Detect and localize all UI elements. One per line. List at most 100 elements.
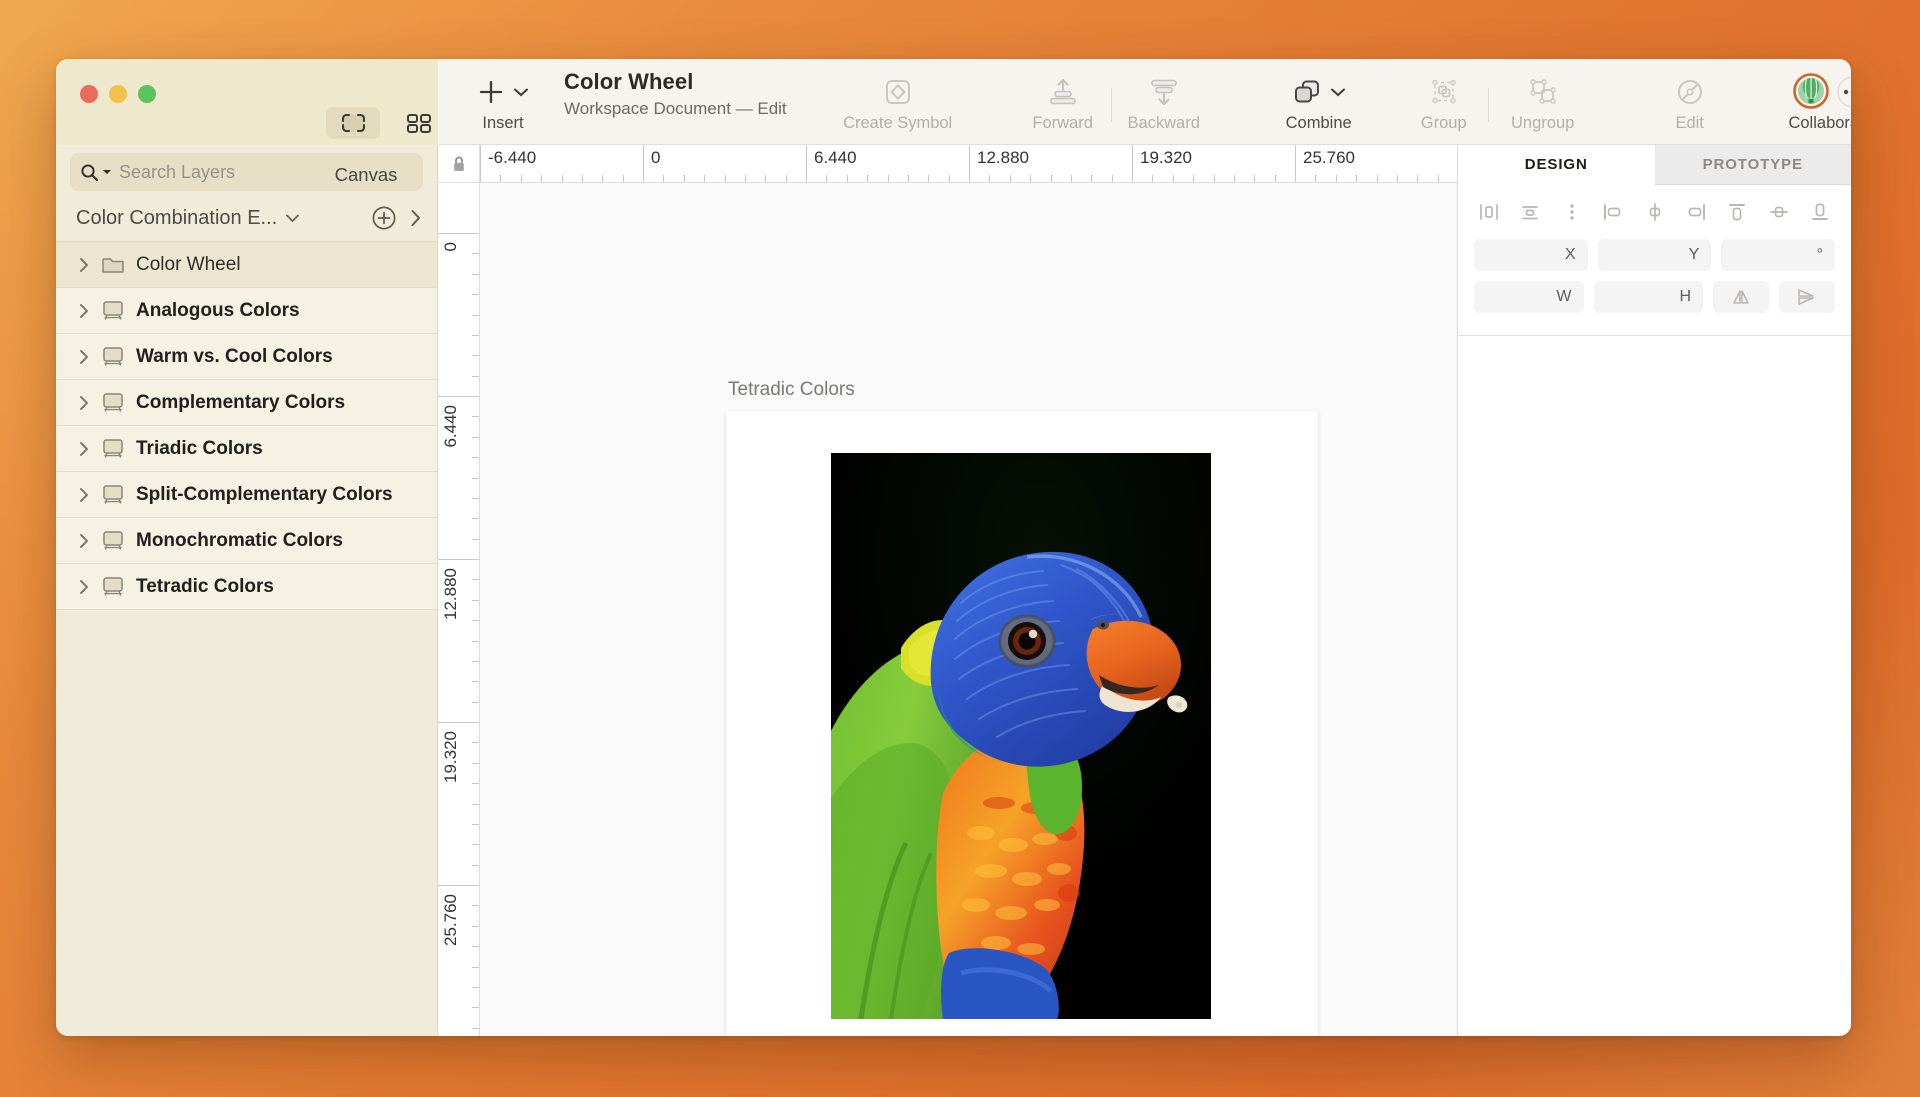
add-page-plus-circle-icon[interactable]	[371, 205, 397, 231]
inspector-empty-area	[1458, 336, 1851, 1036]
tab-design[interactable]: DESIGN	[1458, 145, 1655, 185]
disclosure-chevron-right-icon[interactable]	[78, 256, 90, 274]
collaborate-ellipsis-icon[interactable]	[1836, 75, 1851, 109]
ruler-minor-tick	[928, 175, 930, 182]
layer-row-monochromatic-colors[interactable]: Monochromatic Colors	[56, 518, 437, 564]
disclosure-chevron-right-icon[interactable]	[78, 578, 90, 596]
horizontal-ruler-track[interactable]: -6.440 0 6.440 12.880 19.320 25.760	[480, 145, 1457, 182]
ruler-minor-tick	[472, 518, 479, 520]
align-left-icon[interactable]	[1476, 199, 1502, 225]
forward-button[interactable]: Forward	[1015, 59, 1111, 133]
ruler-major-mark: 19.320	[438, 722, 479, 783]
ruler-lock-button[interactable]	[438, 145, 480, 182]
page-name-label[interactable]: Color Combination E...	[76, 207, 277, 230]
disclosure-chevron-right-icon[interactable]	[78, 486, 90, 504]
artboard-title-label[interactable]: Tetradic Colors	[728, 379, 855, 401]
ruler-label: 25.760	[441, 894, 460, 946]
ruler-minor-tick	[472, 599, 479, 601]
width-field[interactable]: W	[1474, 281, 1584, 313]
flip-vertical-button[interactable]	[1779, 281, 1835, 313]
parrot-photo[interactable]	[831, 453, 1211, 1019]
close-button[interactable]	[80, 85, 98, 103]
ruler-minor-tick	[581, 175, 583, 182]
forward-label: Forward	[1032, 114, 1093, 132]
canvas-view-button[interactable]	[326, 107, 380, 139]
layer-row-analogous-colors[interactable]: Analogous Colors	[56, 288, 437, 334]
search-caret-down-icon[interactable]	[102, 168, 112, 176]
zoom-button[interactable]	[138, 85, 156, 103]
vertical-ruler[interactable]: 0 6.440 12.880 19.320 25.760	[438, 183, 480, 1036]
ruler-major-mark: 12.880	[969, 145, 1029, 182]
ruler-minor-tick	[472, 253, 479, 255]
align-middle-icon[interactable]	[1642, 199, 1668, 225]
minimize-button[interactable]	[109, 85, 127, 103]
layer-row-complementary-colors[interactable]: Complementary Colors	[56, 380, 437, 426]
plus-icon	[477, 78, 505, 106]
align-edge-left-icon[interactable]	[1600, 199, 1626, 225]
combine-chevron-down-icon[interactable]	[1330, 87, 1346, 97]
ruler-minor-tick	[826, 175, 828, 182]
disclosure-chevron-right-icon[interactable]	[78, 302, 90, 320]
create-symbol-button[interactable]: Create Symbol	[823, 59, 973, 133]
disclosure-chevron-right-icon[interactable]	[78, 440, 90, 458]
backward-button[interactable]: Backward	[1112, 59, 1216, 133]
align-bottom-icon[interactable]	[1807, 199, 1833, 225]
y-field[interactable]: Y	[1597, 239, 1712, 271]
ruler-minor-tick	[472, 294, 479, 296]
disclosure-chevron-right-icon[interactable]	[78, 394, 90, 412]
ruler-label: -6.440	[488, 148, 537, 167]
layer-name: Split-Complementary Colors	[136, 483, 393, 505]
layer-row-color-wheel[interactable]: Color Wheel	[56, 242, 437, 288]
ruler-minor-tick	[1233, 175, 1235, 182]
flip-horizontal-button[interactable]	[1713, 281, 1769, 313]
folder-icon	[101, 255, 125, 275]
layer-row-warm-vs-cool-colors[interactable]: Warm vs. Cool Colors	[56, 334, 437, 380]
disclosure-chevron-right-icon[interactable]	[78, 348, 90, 366]
x-field[interactable]: X	[1474, 239, 1588, 271]
ruler-minor-tick	[472, 375, 479, 377]
tab-prototype[interactable]: PROTOTYPE	[1654, 145, 1851, 185]
edit-button[interactable]: Edit	[1647, 59, 1733, 133]
combine-button[interactable]: Combine	[1260, 59, 1378, 133]
ruler-minor-tick	[472, 579, 479, 581]
ruler-minor-tick	[683, 175, 685, 182]
page-next-chevron-right-icon[interactable]	[409, 208, 423, 228]
ruler-minor-tick	[472, 620, 479, 622]
layer-row-split-complementary-colors[interactable]: Split-Complementary Colors	[56, 472, 437, 518]
artboard-tetradic-colors[interactable]	[726, 411, 1318, 1036]
height-field[interactable]: H	[1593, 281, 1703, 313]
ruler-minor-tick	[472, 1027, 479, 1029]
horizontal-ruler[interactable]: -6.440 0 6.440 12.880 19.320 25.760	[438, 145, 1457, 183]
insert-chevron-down-icon[interactable]	[513, 87, 529, 97]
align-top-icon[interactable]	[1724, 199, 1750, 225]
layer-name: Monochromatic Colors	[136, 529, 343, 551]
page-chevron-down-icon[interactable]	[285, 213, 300, 223]
collaborate-button[interactable]: Collaborate	[1761, 59, 1851, 133]
align-edge-right-icon[interactable]	[1683, 199, 1709, 225]
ruler-major-mark: 12.880	[438, 559, 479, 620]
ruler-major-mark: 0	[438, 233, 479, 251]
distribute-vertical-icon[interactable]	[1559, 199, 1585, 225]
ruler-minor-tick	[1050, 175, 1052, 182]
lock-icon	[452, 155, 466, 173]
layer-row-tetradic-colors[interactable]: Tetradic Colors	[56, 564, 437, 610]
align-center-vertical-icon[interactable]	[1766, 199, 1792, 225]
page-title: Color Wheel	[564, 69, 694, 94]
grid-view-icon	[406, 112, 432, 134]
canvas-viewport[interactable]: Tetradic Colors	[480, 183, 1457, 1036]
layer-row-triadic-colors[interactable]: Triadic Colors	[56, 426, 437, 472]
layer-name: Triadic Colors	[136, 437, 263, 459]
ungroup-icon	[1527, 77, 1559, 107]
align-center-horizontal-icon[interactable]	[1517, 199, 1543, 225]
group-button[interactable]: Group	[1400, 59, 1488, 133]
ungroup-button[interactable]: Ungroup	[1489, 59, 1597, 133]
ruler-minor-tick	[1193, 175, 1195, 182]
disclosure-chevron-right-icon[interactable]	[78, 532, 90, 550]
ruler-minor-tick	[846, 175, 848, 182]
rotation-field[interactable]: °	[1721, 239, 1836, 271]
app-window: Canvas Insert Color Wheel Workspace Docu…	[56, 59, 1851, 1036]
ruler-minor-tick	[1254, 175, 1256, 182]
ruler-minor-tick	[1172, 175, 1174, 182]
insert-button[interactable]: Insert	[452, 59, 554, 133]
flip-vertical-icon	[1796, 288, 1818, 306]
